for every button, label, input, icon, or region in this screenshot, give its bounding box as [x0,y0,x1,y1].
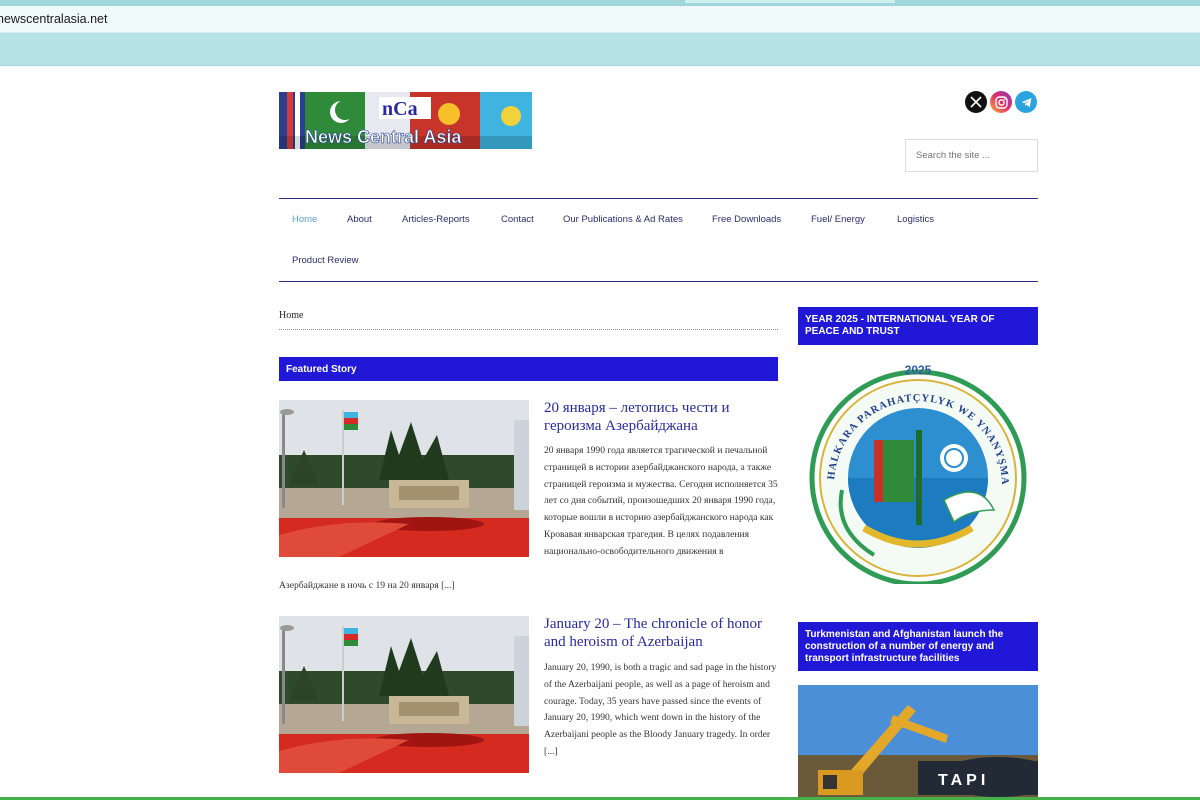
nav-item-logistics[interactable]: Logistics [897,214,934,225]
site-logo[interactable]: nCa News Central Asia [279,92,532,149]
sidebar-widget-title[interactable]: Turkmenistan and Afghanistan launch the … [798,622,1038,671]
post-thumbnail[interactable] [279,616,529,773]
nav-item-articles-reports[interactable]: Articles-Reports [402,214,470,225]
nav-item-home[interactable]: Home [292,214,317,225]
address-bar[interactable]: newscentralasia.net [0,6,1200,33]
peace-and-trust-emblem[interactable]: 2025 HALKARA PARAHATÇYLYK WE YNANYŞMAK Ý… [799,351,1032,587]
instagram-icon[interactable] [990,91,1012,113]
sidebar-widget-title: YEAR 2025 - INTERNATIONAL YEAR OF PEACE … [798,307,1038,345]
nav-item-publications[interactable]: Our Publications & Ad Rates [563,214,683,225]
main-nav: Home About Articles-Reports Contact Our … [279,198,1038,282]
nav-item-fuel-energy[interactable]: Fuel/ Energy [811,214,865,225]
search-input[interactable] [905,139,1038,172]
url-text: newscentralasia.net [0,12,108,26]
post-excerpt-continued: Азербайджане в ночь с 19 на 20 января [.… [279,580,455,591]
logo-text: News Central Asia [305,127,462,147]
sidebar-news-photo[interactable]: TAPI [798,685,1038,800]
nav-item-free-downloads[interactable]: Free Downloads [712,214,781,225]
breadcrumb[interactable]: Home [279,310,303,321]
nav-item-about[interactable]: About [347,214,372,225]
x-icon[interactable] [965,91,987,113]
nav-item-contact[interactable]: Contact [501,214,534,225]
telegram-icon[interactable] [1015,91,1037,113]
post-thumbnail[interactable] [279,400,529,557]
post-excerpt: 20 января 1990 года является трагической… [544,445,778,557]
photo-label: TAPI [938,772,989,789]
nav-item-product-review[interactable]: Product Review [292,255,359,266]
post-title[interactable]: 20 января – летопись чести и героизма Аз… [544,399,784,435]
logo-mark: nCa [382,98,418,120]
browser-tab-highlight [685,0,895,3]
browser-toolbar [0,33,1200,66]
emblem-year: 2025 [905,363,932,377]
featured-story-heading: Featured Story [279,357,778,381]
divider [279,329,778,330]
post-excerpt: January 20, 1990, is both a tragic and s… [544,662,777,757]
post-title[interactable]: January 20 – The chronicle of honor and … [544,615,784,651]
